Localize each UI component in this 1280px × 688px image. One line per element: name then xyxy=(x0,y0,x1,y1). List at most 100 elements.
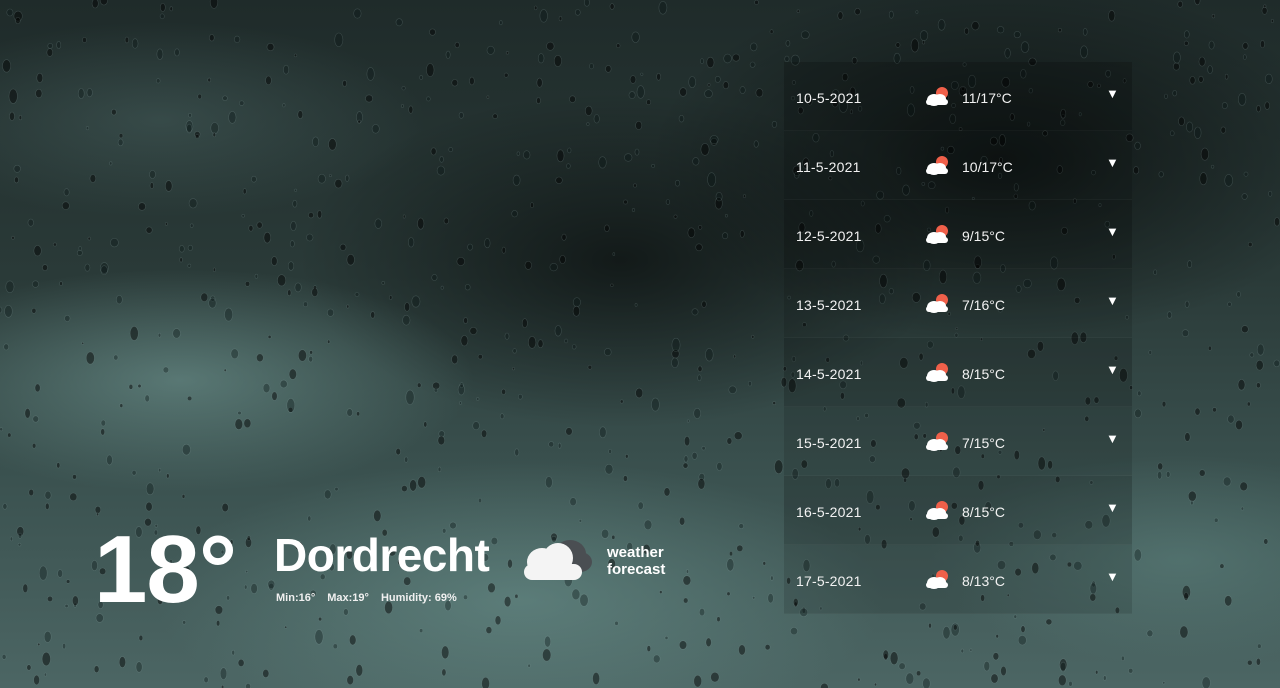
raindrop xyxy=(113,354,119,361)
raindrop xyxy=(64,314,71,322)
expand-toggle[interactable]: ▼ xyxy=(1106,569,1119,584)
raindrop xyxy=(297,349,307,362)
raindrop xyxy=(707,82,711,87)
forecast-row[interactable]: 10-5-2021 11/17°C ▼ xyxy=(784,62,1132,131)
forecast-row[interactable]: 16-5-2021 8/15°C ▼ xyxy=(784,476,1132,545)
raindrop xyxy=(93,665,100,674)
raindrop xyxy=(436,165,446,176)
raindrop xyxy=(1210,164,1215,169)
raindrop xyxy=(467,243,473,251)
expand-toggle[interactable]: ▼ xyxy=(1106,500,1119,515)
raindrop xyxy=(349,634,357,646)
forecast-row[interactable]: 11-5-2021 10/17°C ▼ xyxy=(784,131,1132,200)
raindrop xyxy=(774,459,784,474)
expand-toggle[interactable]: ▼ xyxy=(1106,431,1119,446)
expand-toggle[interactable]: ▼ xyxy=(1106,155,1119,170)
raindrop xyxy=(726,591,731,596)
forecast-row[interactable]: 13-5-2021 7/16°C ▼ xyxy=(784,269,1132,338)
raindrop xyxy=(539,9,548,23)
raindrop xyxy=(722,81,730,90)
raindrop xyxy=(624,153,633,162)
raindrop xyxy=(707,172,716,187)
raindrop xyxy=(246,535,251,541)
raindrop xyxy=(687,227,696,238)
raindrop xyxy=(587,364,593,370)
raindrop xyxy=(405,389,415,405)
raindrop xyxy=(1263,4,1267,9)
forecast-row[interactable]: 14-5-2021 8/15°C ▼ xyxy=(784,338,1132,407)
raindrop xyxy=(248,224,254,232)
raindrop xyxy=(1194,0,1201,6)
raindrop xyxy=(463,317,468,324)
raindrop xyxy=(469,326,478,335)
raindrop xyxy=(31,443,37,449)
raindrop xyxy=(942,626,951,640)
raindrop xyxy=(1183,40,1189,46)
raindrop xyxy=(308,355,314,363)
forecast-row[interactable]: 17-5-2021 8/13°C ▼ xyxy=(784,545,1132,614)
raindrop xyxy=(709,135,719,145)
raindrop xyxy=(1256,382,1261,389)
raindrop xyxy=(357,119,361,124)
raindrop xyxy=(671,357,679,369)
expand-toggle[interactable]: ▼ xyxy=(1106,362,1119,377)
raindrop xyxy=(311,287,319,297)
raindrop xyxy=(486,95,490,99)
raindrop xyxy=(898,662,906,670)
forecast-temp: 8/15°C xyxy=(962,366,1005,382)
raindrop xyxy=(1201,676,1211,688)
raindrop xyxy=(5,280,15,293)
expand-toggle[interactable]: ▼ xyxy=(1106,224,1119,239)
raindrop xyxy=(318,616,323,622)
raindrop xyxy=(230,348,239,360)
raindrop xyxy=(172,328,181,339)
raindrop xyxy=(1247,659,1253,666)
raindrop xyxy=(200,292,209,302)
raindrop xyxy=(135,661,143,673)
raindrop xyxy=(481,677,490,688)
raindrop xyxy=(1058,28,1062,33)
raindrop xyxy=(837,11,844,20)
raindrop xyxy=(716,461,723,471)
raindrop xyxy=(1199,172,1208,186)
raindrop xyxy=(771,121,778,128)
raindrop xyxy=(76,249,83,256)
forecast-row[interactable]: 12-5-2021 9/15°C ▼ xyxy=(784,200,1132,269)
raindrop xyxy=(574,9,581,16)
raindrop xyxy=(138,634,144,641)
raindrop xyxy=(983,660,990,672)
raindrop xyxy=(1172,90,1177,97)
raindrop xyxy=(1198,75,1204,83)
raindrop xyxy=(395,18,403,27)
raindrop xyxy=(964,27,970,35)
raindrop xyxy=(345,174,350,182)
forecast-temp: 7/15°C xyxy=(962,435,1005,451)
forecast-row[interactable]: 15-5-2021 7/15°C ▼ xyxy=(784,407,1132,476)
raindrop xyxy=(449,521,457,530)
forecast-temp: 8/15°C xyxy=(962,504,1005,520)
raindrop xyxy=(458,112,464,119)
raindrop xyxy=(343,608,349,616)
raindrop xyxy=(701,300,707,308)
raindrop xyxy=(459,382,464,389)
raindrop xyxy=(250,583,258,594)
raindrop xyxy=(223,368,227,372)
expand-toggle[interactable]: ▼ xyxy=(1106,86,1119,101)
raindrop xyxy=(289,240,295,248)
raindrop xyxy=(682,462,689,469)
raindrop xyxy=(266,42,275,51)
raindrop xyxy=(72,595,79,606)
raindrop xyxy=(697,374,702,382)
raindrop xyxy=(15,16,21,24)
raindrop xyxy=(460,335,469,347)
raindrop xyxy=(691,308,699,316)
raindrop xyxy=(408,237,415,248)
raindrop xyxy=(751,334,755,339)
raindrop xyxy=(1265,73,1273,84)
raindrop xyxy=(131,38,139,49)
raindrop xyxy=(288,368,297,380)
expand-toggle[interactable]: ▼ xyxy=(1106,293,1119,308)
raindrop xyxy=(671,337,681,352)
raindrop xyxy=(516,151,520,156)
raindrop xyxy=(186,123,193,134)
